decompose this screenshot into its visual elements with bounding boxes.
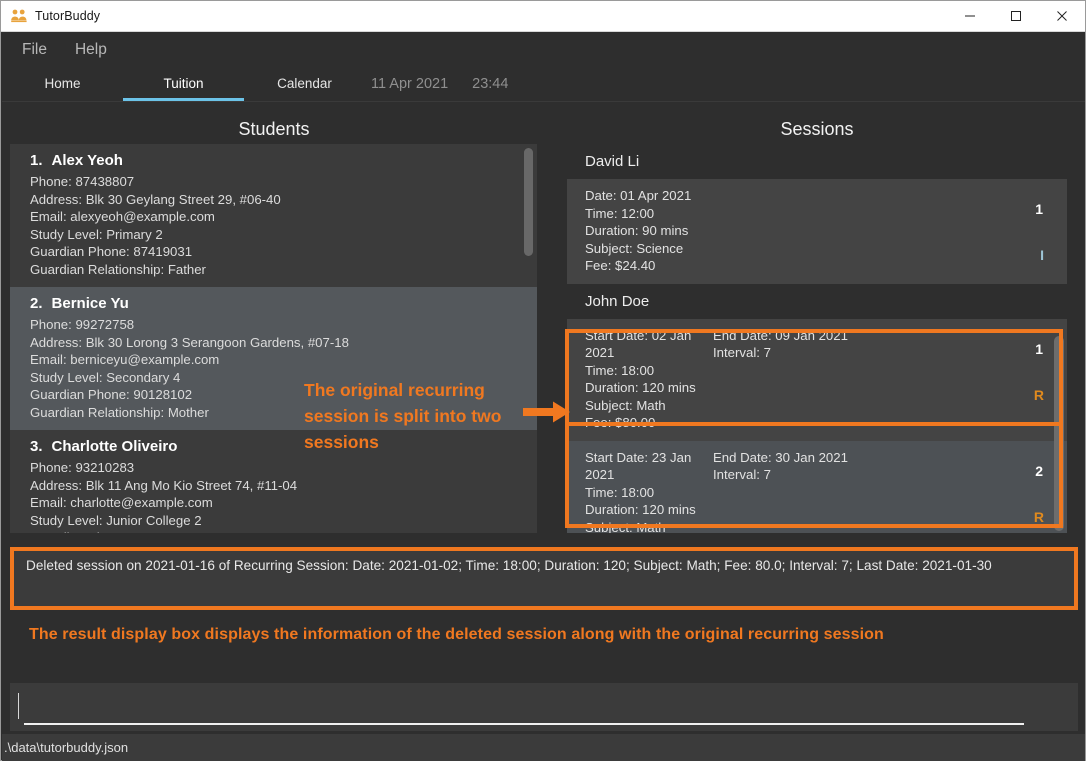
session-duration: Duration: 90 mins bbox=[585, 223, 689, 238]
student-name: 2. Bernice Yu bbox=[30, 295, 525, 312]
sessions-scrollbar-thumb[interactable] bbox=[1054, 336, 1064, 531]
menu-item-file[interactable]: File bbox=[12, 38, 57, 62]
student-index: 3. bbox=[30, 438, 43, 455]
session-interval: Interval: 7 bbox=[713, 345, 771, 360]
session-col-secondary: End Date: 09 Jan 2021 Interval: 7 bbox=[713, 327, 893, 432]
session-fields: Start Date: 02 Jan 2021 Time: 18:00 Dura… bbox=[585, 327, 1067, 432]
annotation-split-note: The original recurring session is split … bbox=[304, 380, 502, 452]
session-type-badge: R bbox=[1033, 508, 1044, 525]
session-number: 1 bbox=[1035, 340, 1043, 357]
session-start-date: Start Date: 23 Jan 2021 bbox=[585, 449, 692, 483]
student-address: Address: Blk 11 Ang Mo Kio Street 74, #1… bbox=[30, 477, 298, 493]
menu-item-help[interactable]: Help bbox=[65, 38, 117, 62]
students-scrollbar[interactable] bbox=[523, 146, 534, 531]
session-type-badge: R bbox=[1033, 386, 1044, 403]
session-student-name: John Doe bbox=[585, 292, 650, 310]
student-email: Email: berniceyu@example.com bbox=[30, 352, 220, 367]
app-window: TutorBuddy File Help Home Tuition Calend… bbox=[0, 0, 1086, 761]
session-subject: Subject: Science bbox=[585, 240, 684, 256]
session-col-primary: Start Date: 23 Jan 2021 Time: 18:00 Dura… bbox=[585, 449, 713, 534]
sessions-list[interactable]: David Li Date: 01 Apr 2021 Time: 12:00 D… bbox=[567, 144, 1067, 533]
command-caret bbox=[18, 693, 19, 719]
students-panel-title: Students bbox=[238, 118, 310, 139]
session-fields: Start Date: 23 Jan 2021 Time: 18:00 Dura… bbox=[585, 449, 1067, 534]
student-email: Email: alexyeoh@example.com bbox=[30, 209, 215, 224]
student-address: Address: Blk 30 Lorong 3 Serangoon Garde… bbox=[30, 334, 349, 350]
session-time: Time: 18:00 bbox=[585, 484, 655, 500]
session-card[interactable]: Start Date: 23 Jan 2021 Time: 18:00 Dura… bbox=[567, 440, 1067, 534]
student-index: 1. bbox=[30, 152, 43, 169]
session-type-badge: I bbox=[1040, 247, 1044, 263]
student-name: 1. Alex Yeoh bbox=[30, 152, 525, 169]
session-end-date: End Date: 09 Jan 2021 bbox=[713, 327, 848, 343]
close-button[interactable] bbox=[1039, 1, 1085, 32]
session-time: Time: 12:00 bbox=[585, 205, 655, 221]
student-index: 2. bbox=[30, 295, 43, 312]
window-controls bbox=[947, 1, 1085, 32]
session-subject: Subject: Math bbox=[585, 397, 666, 413]
student-phone: Phone: 87438807 bbox=[30, 174, 135, 189]
student-guardian-relationship: Guardian Relationship: Father bbox=[30, 261, 206, 277]
tab-tuition[interactable]: Tuition bbox=[123, 66, 244, 101]
title-bar: TutorBuddy bbox=[1, 1, 1085, 32]
annotation-result-note: The result display box displays the info… bbox=[29, 626, 884, 643]
session-col-primary: Date: 01 Apr 2021 Time: 12:00 Duration: … bbox=[585, 187, 713, 275]
tab-home[interactable]: Home bbox=[2, 66, 123, 101]
session-number: 2 bbox=[1035, 462, 1043, 479]
tab-calendar[interactable]: Calendar bbox=[244, 66, 365, 101]
student-email: Email: charlotte@example.com bbox=[30, 495, 213, 510]
session-col-secondary bbox=[713, 187, 893, 275]
sessions-panel-title: Sessions bbox=[780, 118, 854, 139]
window-title: TutorBuddy bbox=[35, 9, 101, 23]
session-duration: Duration: 120 mins bbox=[585, 380, 696, 395]
session-interval: Interval: 7 bbox=[713, 467, 771, 482]
session-col-primary: Start Date: 02 Jan 2021 Time: 18:00 Dura… bbox=[585, 327, 713, 432]
student-address: Address: Blk 30 Geylang Street 29, #06-4… bbox=[30, 191, 281, 207]
sessions-scrollbar[interactable] bbox=[1053, 336, 1065, 531]
student-name-text: Charlotte Oliveiro bbox=[51, 438, 178, 455]
student-guardian-phone: Guardian Phone: 87419031 bbox=[30, 244, 193, 259]
student-study-level: Study Level: Primary 2 bbox=[30, 226, 163, 242]
session-time: Time: 18:00 bbox=[585, 362, 655, 378]
menu-bar: File Help bbox=[2, 33, 1085, 66]
student-name-text: Bernice Yu bbox=[51, 295, 129, 312]
session-student-name: David Li bbox=[585, 153, 640, 170]
people-group-icon bbox=[11, 9, 27, 23]
session-subject: Subject: Math bbox=[585, 519, 666, 534]
list-item[interactable]: 1. Alex Yeoh Phone: 87438807 Address: Blk… bbox=[10, 144, 537, 287]
session-start-date: Start Date: 02 Jan 2021 bbox=[585, 327, 692, 361]
status-file-path: .\data\tutorbuddy.json bbox=[4, 740, 129, 755]
clock-date: 11 Apr 2021 bbox=[371, 75, 449, 92]
student-phone: Phone: 93210283 bbox=[30, 460, 135, 475]
session-col-secondary: End Date: 30 Jan 2021 Interval: 7 bbox=[713, 449, 893, 534]
students-scrollbar-thumb[interactable] bbox=[524, 148, 533, 256]
highlight-sessions-divider bbox=[565, 422, 1063, 426]
session-number: 1 bbox=[1035, 201, 1043, 217]
result-display-box: Deleted session on 2021-01-16 of Recurri… bbox=[10, 547, 1078, 610]
session-end-date: End Date: 30 Jan 2021 bbox=[713, 449, 848, 465]
tab-bar: Home Tuition Calendar 11 Apr 2021 23:44 bbox=[2, 66, 1085, 102]
clock: 11 Apr 2021 23:44 bbox=[371, 66, 508, 101]
student-phone: Phone: 99272758 bbox=[30, 317, 135, 332]
student-name-text: Alex Yeoh bbox=[51, 152, 123, 169]
session-fields: Date: 01 Apr 2021 Time: 12:00 Duration: … bbox=[585, 187, 1067, 275]
command-input[interactable] bbox=[24, 689, 1024, 725]
students-list[interactable]: 1. Alex Yeoh Phone: 87438807 Address: Blk… bbox=[10, 144, 537, 533]
student-study-level: Study Level: Junior College 2 bbox=[30, 512, 202, 528]
command-area bbox=[10, 683, 1078, 731]
student-guardian-phone: Guardian Phone: 91109117 bbox=[30, 529, 525, 533]
session-date: Date: 01 Apr 2021 bbox=[585, 188, 692, 203]
maximize-button[interactable] bbox=[993, 1, 1039, 32]
status-bar: .\data\tutorbuddy.json bbox=[2, 734, 1085, 761]
clock-time: 23:44 bbox=[472, 75, 509, 92]
right-arrow-icon bbox=[523, 401, 570, 423]
session-duration: Duration: 120 mins bbox=[585, 502, 696, 517]
session-card[interactable]: Date: 01 Apr 2021 Time: 12:00 Duration: … bbox=[567, 179, 1067, 284]
session-fee: Fee: $24.40 bbox=[585, 258, 656, 273]
minimize-button[interactable] bbox=[947, 1, 993, 32]
